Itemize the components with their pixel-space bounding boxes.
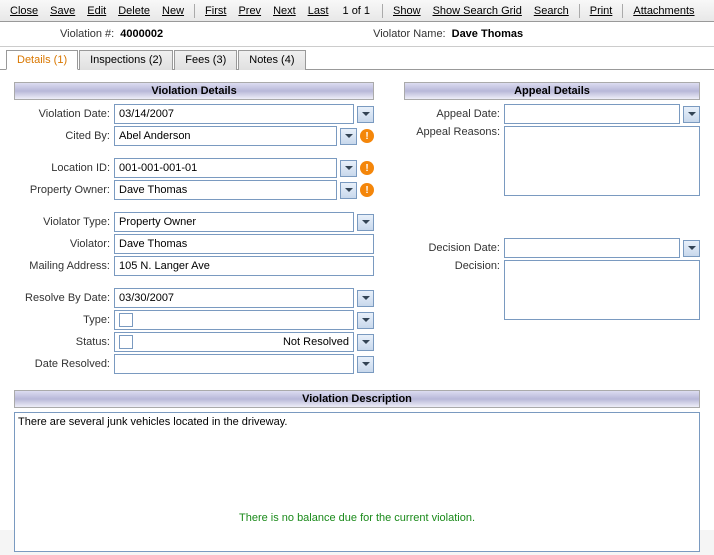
checkbox-icon: [119, 335, 133, 349]
violator-input[interactable]: [114, 234, 374, 254]
decision-date-label: Decision Date:: [404, 242, 504, 254]
violation-date-label: Violation Date:: [14, 108, 114, 120]
dropdown-icon[interactable]: [683, 240, 700, 257]
violator-name-value: Dave Thomas: [452, 28, 524, 40]
record-header: Violation #: 4000002 Violator Name: Dave…: [0, 22, 714, 47]
type-label: Type:: [14, 314, 114, 326]
appeal-date-input[interactable]: [504, 104, 680, 124]
search-button[interactable]: Search: [528, 3, 575, 19]
appeal-reasons-label: Appeal Reasons:: [404, 126, 504, 138]
new-button[interactable]: New: [156, 3, 190, 19]
violation-number-label: Violation #:: [60, 28, 114, 40]
dropdown-icon[interactable]: [340, 160, 357, 177]
property-owner-select[interactable]: Dave Thomas: [114, 180, 337, 200]
dropdown-icon[interactable]: [683, 106, 700, 123]
tab-bar: Details (1) Inspections (2) Fees (3) Not…: [0, 47, 714, 70]
date-resolved-input[interactable]: [114, 354, 354, 374]
next-button[interactable]: Next: [267, 3, 302, 19]
violator-name-label: Violator Name:: [373, 28, 446, 40]
checkbox-icon: [119, 313, 133, 327]
resolve-by-label: Resolve By Date:: [14, 292, 114, 304]
first-button[interactable]: First: [199, 3, 232, 19]
tab-details[interactable]: Details (1): [6, 50, 78, 70]
violator-type-label: Violator Type:: [14, 216, 114, 228]
location-id-label: Location ID:: [14, 162, 114, 174]
type-select[interactable]: [114, 310, 354, 330]
location-id-select[interactable]: 001-001-001-01: [114, 158, 337, 178]
violation-date-input[interactable]: 03/14/2007: [114, 104, 354, 124]
warning-icon[interactable]: !: [360, 129, 374, 143]
appeal-details-header: Appeal Details: [404, 82, 700, 100]
record-counter: 1 of 1: [335, 5, 379, 17]
save-button[interactable]: Save: [44, 3, 81, 19]
violator-type-select[interactable]: Property Owner: [114, 212, 354, 232]
appeal-date-label: Appeal Date:: [404, 108, 504, 120]
dropdown-icon[interactable]: [357, 312, 374, 329]
status-select[interactable]: Not Resolved: [114, 332, 354, 352]
print-button[interactable]: Print: [584, 3, 619, 19]
separator: [382, 4, 383, 18]
toolbar: Close Save Edit Delete New First Prev Ne…: [0, 0, 714, 22]
mailing-address-input[interactable]: [114, 256, 374, 276]
warning-icon[interactable]: !: [360, 183, 374, 197]
decision-label: Decision:: [404, 260, 504, 272]
violator-label: Violator:: [14, 238, 114, 250]
tab-notes[interactable]: Notes (4): [238, 50, 305, 70]
warning-icon[interactable]: !: [360, 161, 374, 175]
dropdown-icon[interactable]: [340, 128, 357, 145]
decision-input[interactable]: [504, 260, 700, 320]
balance-status: There is no balance due for the current …: [0, 512, 714, 524]
attachments-button[interactable]: Attachments: [627, 3, 700, 19]
tab-inspections[interactable]: Inspections (2): [79, 50, 173, 70]
dropdown-icon[interactable]: [357, 290, 374, 307]
violation-description-header: Violation Description: [14, 390, 700, 408]
status-label: Status:: [14, 336, 114, 348]
violation-number-value: 4000002: [120, 28, 163, 40]
show-search-grid-button[interactable]: Show Search Grid: [427, 3, 528, 19]
dropdown-icon[interactable]: [357, 356, 374, 373]
delete-button[interactable]: Delete: [112, 3, 156, 19]
violation-description-input[interactable]: [14, 412, 700, 552]
resolve-by-input[interactable]: 03/30/2007: [114, 288, 354, 308]
edit-button[interactable]: Edit: [81, 3, 112, 19]
violation-details-header: Violation Details: [14, 82, 374, 100]
separator: [579, 4, 580, 18]
dropdown-icon[interactable]: [340, 182, 357, 199]
content-area: Violation Details Violation Date: 03/14/…: [0, 70, 714, 530]
separator: [622, 4, 623, 18]
cited-by-label: Cited By:: [14, 130, 114, 142]
dropdown-icon[interactable]: [357, 334, 374, 351]
last-button[interactable]: Last: [302, 3, 335, 19]
decision-date-input[interactable]: [504, 238, 680, 258]
mailing-address-label: Mailing Address:: [14, 260, 114, 272]
separator: [194, 4, 195, 18]
tab-fees[interactable]: Fees (3): [174, 50, 237, 70]
dropdown-icon[interactable]: [357, 106, 374, 123]
date-resolved-label: Date Resolved:: [14, 358, 114, 370]
appeal-reasons-input[interactable]: [504, 126, 700, 196]
prev-button[interactable]: Prev: [232, 3, 267, 19]
close-button[interactable]: Close: [4, 3, 44, 19]
property-owner-label: Property Owner:: [14, 184, 114, 196]
show-button[interactable]: Show: [387, 3, 427, 19]
dropdown-icon[interactable]: [357, 214, 374, 231]
cited-by-select[interactable]: Abel Anderson: [114, 126, 337, 146]
